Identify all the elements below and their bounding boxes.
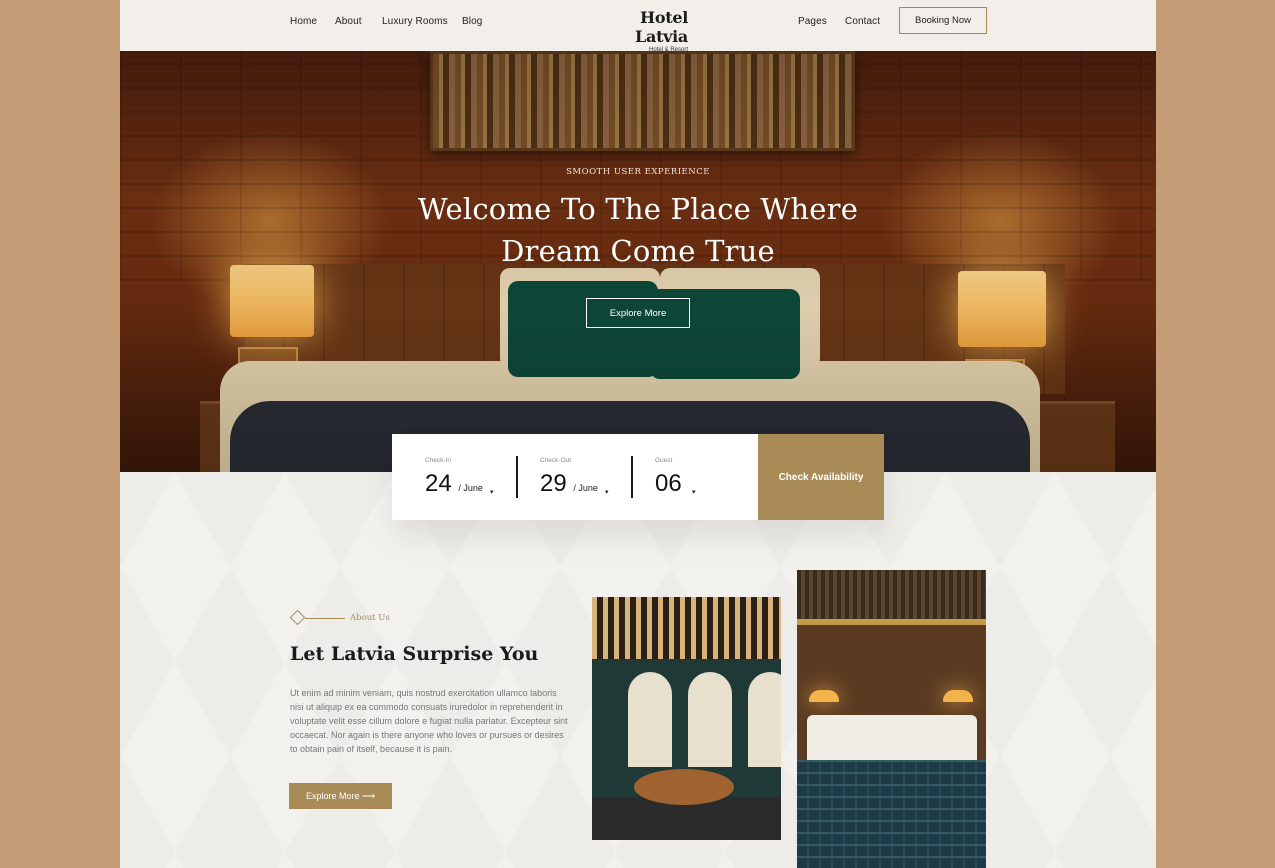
bedroom-ceiling <box>797 570 986 625</box>
bedroom-photo <box>797 570 986 868</box>
landing-page: Home About Luxury Rooms Blog Hotel Latvi… <box>120 0 1156 868</box>
lounge-bookshelf-arch <box>628 672 672 767</box>
check-availability-button[interactable]: Check Availability <box>758 434 884 520</box>
checkin-value: 24 / June <box>425 470 483 498</box>
nav-about-link[interactable]: About <box>335 16 362 27</box>
booking-now-button[interactable]: Booking Now <box>899 7 987 34</box>
nav-blog-link[interactable]: Blog <box>462 16 482 27</box>
checkout-month: / June <box>573 483 598 493</box>
guest-field[interactable]: Guest 06 ▾ <box>622 434 737 520</box>
hero-title-line1: Welcome To The Place Where <box>417 192 859 226</box>
bedroom-pendant-lamp <box>809 690 839 702</box>
booking-bar: Check-In 24 / June ▾ Check-Out 29 / June… <box>392 434 884 520</box>
about-explore-label: Explore More <box>306 790 360 801</box>
about-eyebrow: About Us <box>289 609 400 627</box>
hero-title-line2: Dream Come True <box>501 234 775 268</box>
checkin-label: Check-In <box>425 457 452 464</box>
lounge-bookshelf-arch <box>688 672 732 767</box>
checkout-label: Check-Out <box>540 457 572 464</box>
nav-luxury-rooms-link[interactable]: Luxury Rooms <box>382 16 448 27</box>
hero-banner: SMOOTH USER EXPERIENCE Welcome To The Pl… <box>120 51 1156 472</box>
arrow-right-icon: ⟶ <box>362 790 375 801</box>
bedroom-pendant-lamp <box>943 690 973 702</box>
nav-pages-link[interactable]: Pages <box>798 16 827 27</box>
guest-chevron-down-icon[interactable]: ▾ <box>692 488 696 496</box>
checkout-day: 29 <box>540 470 567 497</box>
top-navbar: Home About Luxury Rooms Blog Hotel Latvi… <box>120 0 1156 53</box>
checkin-chevron-down-icon[interactable]: ▾ <box>490 488 494 496</box>
nav-home-link[interactable]: Home <box>290 16 317 27</box>
lounge-bookshelf-arch <box>748 672 781 767</box>
about-title: Let Latvia Surprise You <box>290 643 539 665</box>
checkin-field[interactable]: Check-In 24 / June ▾ <box>392 434 507 520</box>
brand-name: Hotel Latvia <box>635 8 688 46</box>
hero-eyebrow: SMOOTH USER EXPERIENCE <box>566 167 710 177</box>
checkout-chevron-down-icon[interactable]: ▾ <box>605 488 609 496</box>
checkout-field[interactable]: Check-Out 29 / June ▾ <box>507 434 622 520</box>
lounge-ceiling-slats <box>592 597 781 659</box>
brand-logo[interactable]: Hotel Latvia Hotel & Resort <box>590 8 688 53</box>
lounge-table <box>634 769 734 805</box>
checkin-day: 24 <box>425 470 452 497</box>
eyebrow-line <box>305 618 345 619</box>
checkout-value: 29 / June <box>540 470 598 498</box>
lounge-photo <box>592 597 781 840</box>
hero-explore-button[interactable]: Explore More <box>586 298 690 328</box>
bedroom-blanket-pattern <box>797 760 986 868</box>
about-explore-button[interactable]: Explore More ⟶ <box>289 783 392 809</box>
about-eyebrow-text: About Us <box>350 613 390 623</box>
guest-label: Guest <box>655 457 673 464</box>
hero-title: Welcome To The Place Where Dream Come Tr… <box>120 188 1156 272</box>
diamond-icon <box>289 609 306 626</box>
nav-contact-link[interactable]: Contact <box>845 16 880 27</box>
guest-value: 06 <box>655 470 682 497</box>
checkin-month: / June <box>458 483 483 493</box>
about-body: Ut enim ad minim veniam, quis nostrud ex… <box>290 688 568 754</box>
